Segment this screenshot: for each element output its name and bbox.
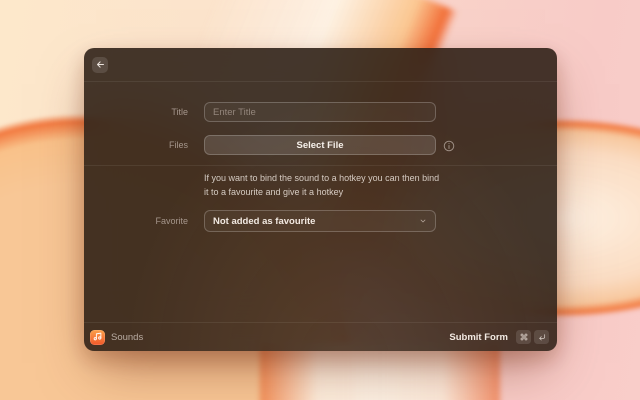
- music-note-icon: [93, 328, 102, 346]
- back-button[interactable]: [92, 57, 108, 73]
- select-file-button[interactable]: Select File: [204, 135, 436, 155]
- return-key-icon: [534, 330, 549, 344]
- arrow-left-icon: [96, 56, 105, 74]
- window-header: [84, 48, 557, 82]
- favorite-dropdown[interactable]: Not added as favourite: [204, 210, 436, 232]
- favorite-field-label: Favorite: [84, 210, 188, 232]
- favorite-description: If you want to bind the sound to a hotke…: [204, 171, 444, 199]
- form-window: Title Files Select File If you want to b…: [84, 48, 557, 351]
- footer-bar: Sounds Submit Form: [84, 322, 557, 351]
- title-field-label: Title: [84, 102, 188, 122]
- command-key-icon: [516, 330, 531, 344]
- sounds-app-icon: [90, 330, 105, 345]
- favorite-dropdown-value: Not added as favourite: [213, 216, 315, 227]
- title-input[interactable]: [204, 102, 436, 122]
- section-divider: [84, 165, 557, 166]
- chevron-down-icon: [419, 217, 427, 225]
- submit-form-label: Submit Form: [449, 332, 508, 343]
- info-icon[interactable]: [443, 139, 455, 151]
- select-file-button-label: Select File: [297, 140, 344, 151]
- files-field-label: Files: [84, 135, 188, 155]
- app-name-label: Sounds: [111, 332, 143, 343]
- desktop: Title Files Select File If you want to b…: [0, 0, 640, 400]
- submit-form-button[interactable]: Submit Form: [449, 330, 549, 344]
